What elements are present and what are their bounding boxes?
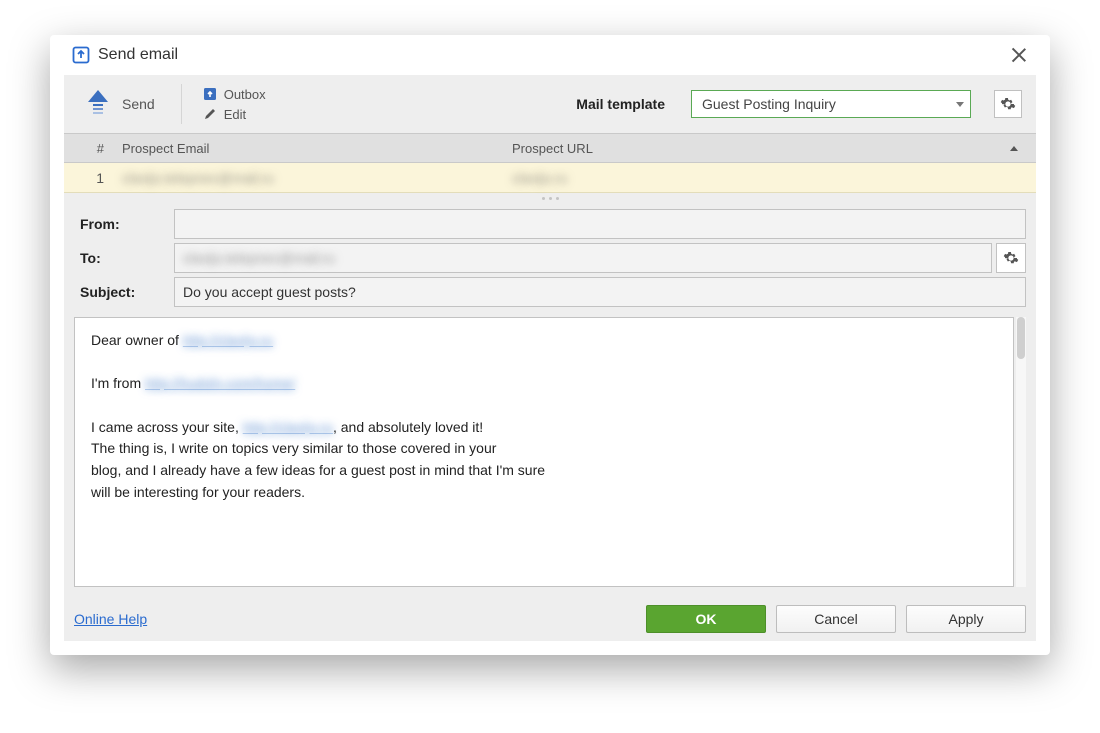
email-body-editor[interactable]: Dear owner of http://clavijo.ru I'm from… [74, 317, 1014, 587]
outbox-icon [202, 86, 218, 102]
row-prospect-email: clavijo.telepnev@mail.ru [114, 170, 504, 186]
gear-icon [1003, 250, 1019, 266]
cancel-button[interactable]: Cancel [776, 605, 896, 633]
online-help-link[interactable]: Online Help [74, 611, 147, 627]
apply-button[interactable]: Apply [906, 605, 1026, 633]
subject-input[interactable] [174, 277, 1026, 307]
edit-button[interactable]: Edit [202, 106, 266, 122]
toolbar-separator [181, 84, 182, 124]
dialog-footer: Online Help OK Cancel Apply [64, 597, 1036, 641]
ok-button[interactable]: OK [646, 605, 766, 633]
send-email-dialog: Send email Send [50, 35, 1050, 655]
subject-label: Subject: [74, 284, 174, 300]
to-input[interactable]: clavijo.telepnev@mail.ru [174, 243, 992, 273]
email-form: From: To: clavijo.telepnev@mail.ru Subje… [64, 203, 1036, 597]
edit-icon [202, 106, 218, 122]
from-label: From: [74, 216, 174, 232]
mail-template-label: Mail template [576, 96, 665, 112]
mail-template-selected: Guest Posting Inquiry [702, 96, 836, 112]
toolbar-secondary-actions: Outbox Edit [202, 86, 266, 122]
prospect-url-link: http://clavijo.ru [243, 419, 333, 435]
column-prospect-url[interactable]: Prospect URL [504, 141, 1036, 156]
prospects-table-header: # Prospect Email Prospect URL [64, 133, 1036, 163]
send-button[interactable]: Send [78, 84, 161, 124]
body-scrollbar[interactable] [1016, 317, 1026, 587]
titlebar: Send email [50, 35, 1050, 75]
outbox-button[interactable]: Outbox [202, 86, 266, 102]
table-row[interactable]: 1 clavijo.telepnev@mail.ru clavijo.ru [64, 163, 1036, 193]
row-prospect-url: clavijo.ru [504, 170, 1036, 186]
column-prospect-email[interactable]: Prospect Email [114, 141, 504, 156]
close-icon[interactable] [1010, 46, 1028, 64]
gear-icon [1000, 96, 1016, 112]
toolbar: Send Outbox [64, 75, 1036, 133]
workarea: Send Outbox [64, 75, 1036, 641]
edit-label: Edit [224, 107, 246, 122]
to-label: To: [74, 250, 174, 266]
sort-asc-icon [1010, 146, 1018, 151]
to-settings-button[interactable] [996, 243, 1026, 273]
template-settings-button[interactable] [994, 90, 1022, 118]
prospect-url-link: http://clavijo.ru [183, 332, 273, 348]
dialog-title: Send email [98, 46, 1010, 64]
row-separator [64, 193, 1036, 203]
send-arrow-icon [84, 88, 112, 120]
outbox-label: Outbox [224, 87, 266, 102]
chevron-down-icon [956, 102, 964, 107]
send-email-icon [72, 46, 90, 64]
column-number[interactable]: # [64, 141, 114, 156]
row-number: 1 [64, 170, 114, 186]
from-input[interactable] [174, 209, 1026, 239]
send-label: Send [122, 96, 155, 112]
mail-template-select[interactable]: Guest Posting Inquiry [691, 90, 971, 118]
sender-url-link: http://hudoln.com/home/ [145, 375, 295, 391]
